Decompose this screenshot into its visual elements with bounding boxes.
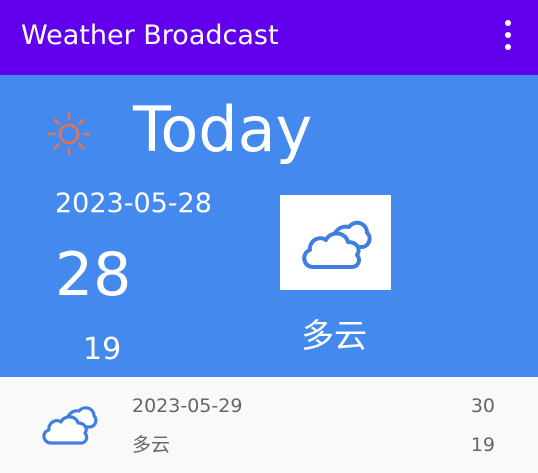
today-high-temp: 28	[55, 240, 132, 310]
sun-icon	[47, 112, 91, 156]
cloud-icon	[302, 220, 372, 270]
cloud-icon	[42, 406, 98, 445]
forecast-high-temp: 30	[470, 395, 495, 417]
today-weather-tile	[280, 195, 391, 290]
app-bar: Weather Broadcast	[0, 0, 538, 75]
forecast-list-item[interactable]: 2023-05-29 多云 30 19	[0, 377, 538, 473]
today-date: 2023-05-28	[55, 188, 212, 219]
today-panel: Today 2023-05-28 28 19 多云	[0, 75, 538, 377]
today-heading: Today	[133, 93, 313, 166]
forecast-condition: 多云	[132, 434, 171, 456]
today-condition: 多云	[301, 316, 367, 355]
forecast-low-temp: 19	[470, 434, 495, 456]
more-vert-icon[interactable]	[494, 20, 522, 52]
app-title: Weather Broadcast	[21, 20, 279, 51]
today-low-temp: 19	[83, 332, 122, 367]
forecast-date: 2023-05-29	[132, 395, 243, 417]
